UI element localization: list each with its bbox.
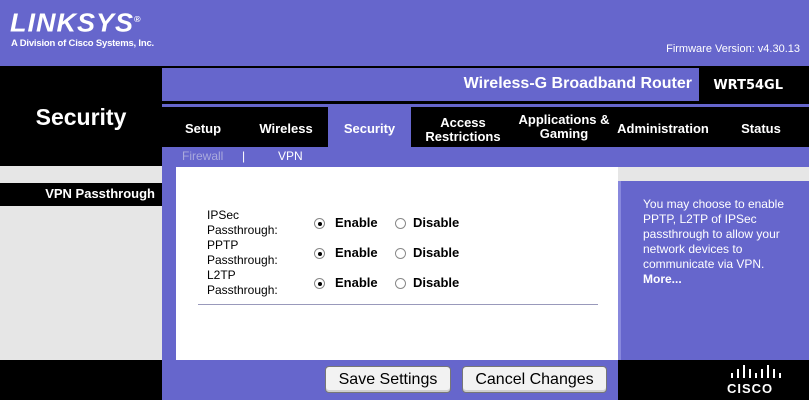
content-left-edge [162, 167, 176, 360]
ipsec-label-line1: IPSec [207, 208, 240, 222]
pptp-disable-radio[interactable] [395, 248, 406, 259]
logo-subtitle: A Division of Cisco Systems, Inc. [11, 38, 154, 49]
cisco-bars-icon [731, 365, 781, 378]
tab-status[interactable]: Status [728, 104, 794, 147]
tab-access-restrictions[interactable]: Access Restrictions [418, 104, 508, 147]
subtab-separator: | [242, 149, 246, 163]
cancel-changes-button[interactable]: Cancel Changes [462, 366, 607, 393]
ipsec-disable-radio[interactable] [395, 218, 406, 229]
ipsec-enable-radio[interactable] [314, 218, 325, 229]
tab-setup[interactable]: Setup [170, 104, 236, 147]
subtab-vpn[interactable]: VPN [278, 149, 303, 163]
footer-left [0, 360, 162, 400]
tab-administration[interactable]: Administration [613, 104, 713, 147]
logo-text: LINKSYS [10, 8, 135, 38]
firmware-version: Firmware Version: v4.30.13 [666, 43, 800, 55]
pptp-enable-radio[interactable] [314, 248, 325, 259]
help-text: You may choose to enable PPTP, L2TP of I… [643, 197, 784, 271]
ipsec-disable-label[interactable]: Disable [413, 215, 459, 230]
registered-mark: ® [134, 14, 142, 24]
left-sidebar [0, 206, 162, 360]
ipsec-label-line2: Passthrough: [207, 223, 278, 237]
l2tp-label-line2: Passthrough: [207, 283, 278, 297]
tab-wireless[interactable]: Wireless [248, 104, 324, 147]
page-title: Security [35, 104, 127, 130]
pptp-label-line2: Passthrough: [207, 253, 278, 267]
cisco-logo-text: CISCO [727, 381, 774, 396]
content-divider [198, 304, 598, 305]
pptp-enable-label[interactable]: Enable [335, 245, 378, 260]
tab-applications-gaming[interactable]: Applications & Gaming [517, 104, 611, 147]
linksys-logo: LINKSYS® [10, 9, 142, 38]
subtab-firewall[interactable]: Firewall [182, 149, 223, 163]
tab-security[interactable]: Security [328, 104, 411, 147]
pptp-label-line1: PPTP [207, 238, 239, 252]
pptp-disable-label[interactable]: Disable [413, 245, 459, 260]
product-name: Wireless-G Broadband Router [463, 75, 692, 92]
help-more-link[interactable]: More... [643, 272, 682, 286]
save-settings-button[interactable]: Save Settings [325, 366, 451, 393]
l2tp-enable-radio[interactable] [314, 278, 325, 289]
section-label: VPN Passthrough [45, 186, 155, 201]
sub-nav [162, 147, 809, 167]
model-number: WRT54GL [713, 78, 783, 93]
l2tp-disable-radio[interactable] [395, 278, 406, 289]
l2tp-enable-label[interactable]: Enable [335, 275, 378, 290]
l2tp-disable-label[interactable]: Disable [413, 275, 459, 290]
l2tp-label-line1: L2TP [207, 268, 236, 282]
ipsec-enable-label[interactable]: Enable [335, 215, 378, 230]
